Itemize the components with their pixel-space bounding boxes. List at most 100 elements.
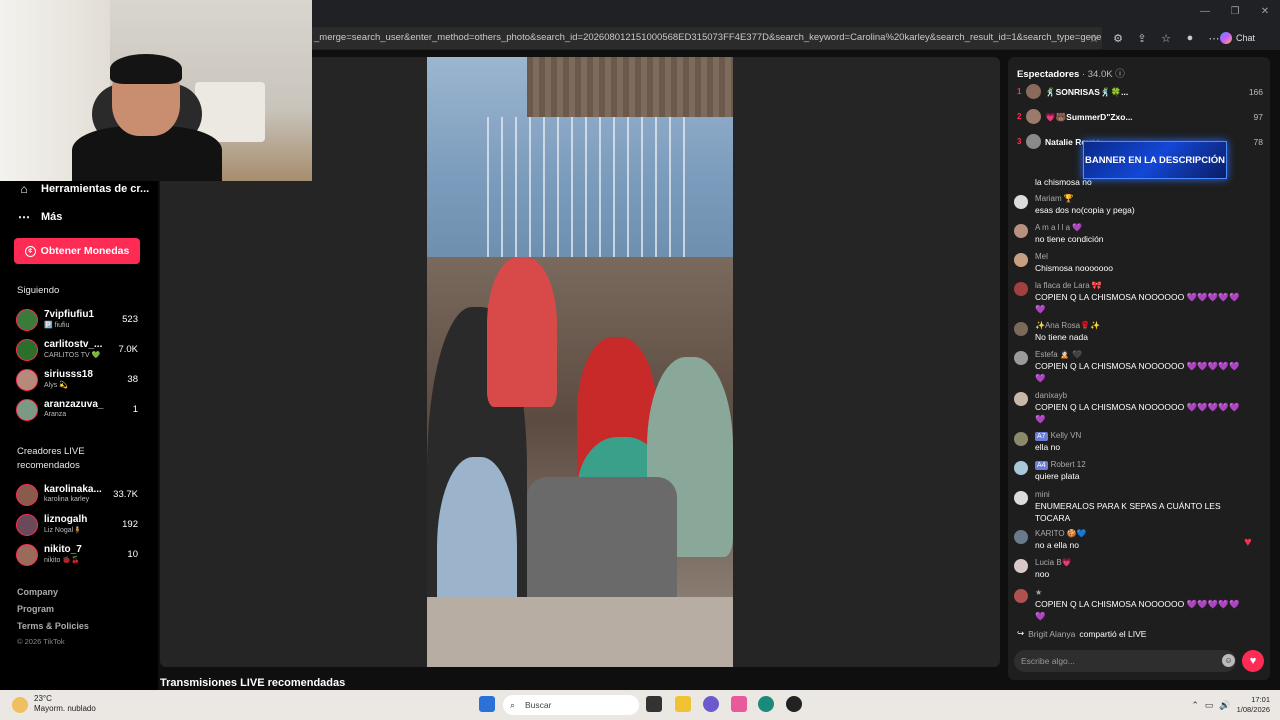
taskbar-search[interactable]: ⌕ Buscar <box>503 695 639 715</box>
live-video[interactable] <box>427 57 733 667</box>
avatar[interactable] <box>1014 530 1028 544</box>
minimize-icon[interactable]: — <box>1190 0 1220 22</box>
get-coins-button[interactable]: ¢ Obtener Monedas <box>14 238 140 264</box>
avatar[interactable] <box>1014 432 1028 446</box>
nav-more[interactable]: ⋯ Más <box>17 210 62 224</box>
gift-heart-button[interactable]: ♥ <box>1242 650 1264 672</box>
avatar <box>16 484 38 506</box>
chat-username[interactable]: danixayb <box>1035 391 1067 400</box>
emoji-icon[interactable]: ☺ <box>1222 654 1235 667</box>
share-icon[interactable]: ⇪ <box>1130 32 1154 45</box>
weather-widget[interactable]: 23°C Mayorm. nublado <box>12 694 96 714</box>
chat-username[interactable]: Lucia B💗 <box>1035 558 1072 567</box>
avatar[interactable] <box>1014 491 1028 505</box>
app-icon[interactable] <box>731 696 747 712</box>
windows-taskbar: 23°C Mayorm. nublado ⌕ Buscar ⌃ ▭ 🔊 17:0… <box>0 690 1280 720</box>
recommended-item[interactable]: nikito_7 nikito 🐞🍒 10 <box>16 542 142 568</box>
avatar[interactable] <box>1014 282 1028 296</box>
copilot-icon <box>1220 32 1232 44</box>
recommended-live-heading: Transmisiones LIVE recomendadas <box>160 677 346 689</box>
chat-username[interactable]: Estefa 🙎🏻 🖤 <box>1035 350 1082 359</box>
chat-username[interactable]: ✨Ana Rosa🌹✨ <box>1035 321 1100 330</box>
following-item[interactable]: siriusss18 Alys 💫 38 <box>16 367 142 393</box>
footer-program-link[interactable]: Program <box>17 604 54 614</box>
chat-username[interactable]: Mariam 🏆 <box>1035 194 1074 203</box>
favorites-icon[interactable]: ☆ <box>1154 32 1178 45</box>
extensions-icon[interactable]: ⚙ <box>1106 32 1130 45</box>
avatar[interactable] <box>1014 461 1028 475</box>
window-controls: — ❐ ✕ <box>1190 0 1280 22</box>
share-username[interactable]: Brigit Alanya <box>1028 629 1075 639</box>
star-icon[interactable]: ☆ <box>1082 32 1106 45</box>
chat-username[interactable]: la flaca de Lara 🎀 <box>1035 281 1102 290</box>
nav-more-label: Más <box>41 211 63 223</box>
obs-icon[interactable] <box>786 696 802 712</box>
edge-icon[interactable] <box>758 696 774 712</box>
clock-time: 17:01 <box>1251 695 1270 704</box>
chat-username[interactable]: Mel <box>1035 252 1048 261</box>
avatar <box>1026 84 1041 99</box>
creator-nickname: Aranza <box>44 411 67 418</box>
weather-text: 23°C Mayorm. nublado <box>34 694 96 714</box>
creator-nickname: Liz Nogal🧍 <box>44 527 82 534</box>
webcam-person-hair <box>110 54 182 84</box>
viewer-score: 97 <box>1253 112 1263 122</box>
level-badge: A7 <box>1035 432 1048 441</box>
top-viewer[interactable]: 2 💗🐻SummerD"Zxo... 97 <box>1017 108 1263 126</box>
start-button-icon[interactable] <box>479 696 495 712</box>
clock[interactable]: 17:01 1/08/2026 <box>1237 695 1270 715</box>
viewer-count: 10 <box>127 549 138 560</box>
avatar[interactable] <box>1014 589 1028 603</box>
chevron-up-icon[interactable]: ⌃ <box>1191 700 1199 711</box>
creator-nickname: Alys 💫 <box>44 382 68 389</box>
close-icon[interactable]: ✕ <box>1250 0 1280 22</box>
chat-username[interactable]: KARITO 🍪💙 <box>1035 529 1087 538</box>
following-item[interactable]: 7vipfiufiu1 🅿️ fiufiu 523 <box>16 307 142 333</box>
chat-input[interactable]: Escribe algo... <box>1014 650 1236 672</box>
viewer-count: 33.7K <box>113 489 138 500</box>
top-viewer[interactable]: 1 🕺SONRISAS🕺🍀... 166 <box>1017 83 1263 101</box>
viewer-rank: 3 <box>1017 137 1022 146</box>
file-explorer-icon[interactable] <box>675 696 691 712</box>
chat-username[interactable]: A m a l l a 💜 <box>1035 223 1082 232</box>
chat-text: esas dos no(copia y pega) <box>1035 205 1135 215</box>
copilot-chat-button[interactable]: Chat <box>1220 29 1255 47</box>
video-person <box>487 257 557 407</box>
following-item[interactable]: aranzazuva_ Aranza 1 <box>16 397 142 423</box>
monitor-icon[interactable]: ▭ <box>1205 700 1214 711</box>
nav-creator-tools[interactable]: ⌂ Herramientas de cr... <box>17 182 149 196</box>
footer-company-link[interactable]: Company <box>17 587 58 597</box>
avatar[interactable] <box>1014 253 1028 267</box>
webcam-overlay <box>0 0 312 181</box>
avatar <box>16 339 38 361</box>
chat-username[interactable]: mini <box>1035 490 1050 499</box>
chat-username-row[interactable]: A4 Robert 12 <box>1035 460 1086 470</box>
avatar[interactable] <box>1014 195 1028 209</box>
avatar <box>16 544 38 566</box>
discord-icon[interactable] <box>703 696 719 712</box>
maximize-icon[interactable]: ❐ <box>1220 0 1250 22</box>
chat-username[interactable]: ★ <box>1035 588 1042 597</box>
recommended-item[interactable]: liznogalh Liz Nogal🧍 192 <box>16 512 142 538</box>
avatar[interactable] <box>1014 351 1028 365</box>
avatar[interactable] <box>1014 322 1028 336</box>
task-view-icon[interactable] <box>646 696 662 712</box>
viewer-score: 166 <box>1248 87 1263 97</box>
viewers-header: Espectadores · 34.0K ⓘ <box>1017 66 1125 80</box>
avatar[interactable] <box>1014 559 1028 573</box>
address-bar[interactable]: _merge=search_user&enter_method=others_p… <box>312 27 1102 49</box>
following-item[interactable]: carlitostv_... CARLITOS TV 💚 7.0K <box>16 337 142 363</box>
chat-username-row[interactable]: A7 Kelly VN <box>1035 431 1081 441</box>
avatar[interactable] <box>1014 392 1028 406</box>
volume-icon[interactable]: 🔊 <box>1219 700 1230 711</box>
avatar[interactable] <box>1014 224 1028 238</box>
viewer-count: 38 <box>127 374 138 385</box>
taskbar-search-label: Buscar <box>525 700 552 710</box>
video-roof <box>527 57 733 117</box>
recommended-item[interactable]: karolinaka... karolina karley 33.7K <box>16 482 142 508</box>
footer-terms-link[interactable]: Terms & Policies <box>17 621 89 631</box>
profile-icon[interactable]: ● <box>1178 32 1202 44</box>
following-title: Siguiendo <box>17 285 60 296</box>
info-icon[interactable]: ⓘ <box>1115 69 1125 80</box>
share-icon: ↪ <box>1017 628 1025 638</box>
